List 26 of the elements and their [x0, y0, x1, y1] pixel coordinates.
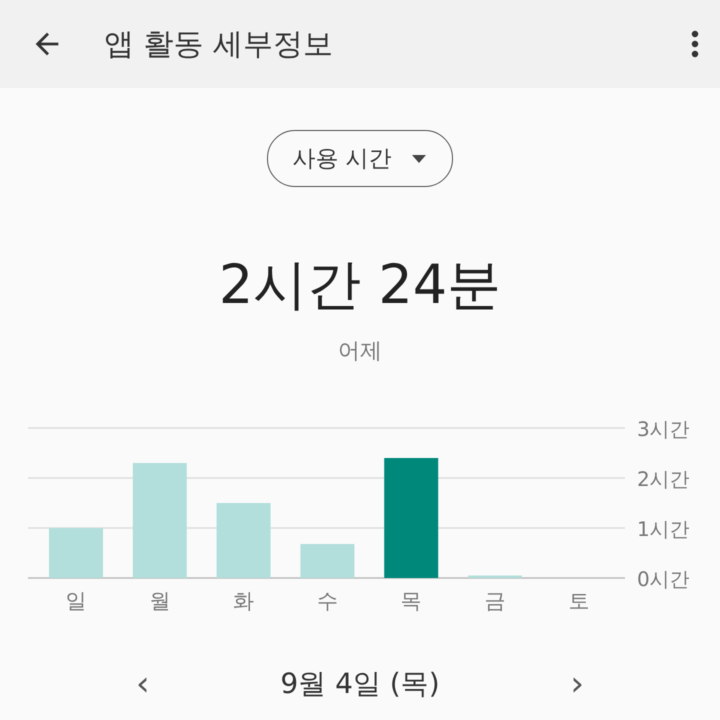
- day-label: 금: [484, 589, 506, 613]
- bar[interactable]: [49, 528, 103, 578]
- day-label: 수: [316, 589, 338, 613]
- day-label: 토: [568, 589, 590, 613]
- screen-title: 앱 활동 세부정보: [104, 26, 334, 64]
- bar[interactable]: [132, 463, 187, 578]
- bar[interactable]: [216, 503, 271, 578]
- date-label: 9월 4일 (목): [280, 666, 440, 702]
- previous-day-button[interactable]: ‹: [130, 664, 156, 704]
- axis-label: 3시간: [637, 417, 690, 441]
- day-label: 화: [233, 589, 254, 613]
- day-label: 목: [400, 589, 422, 613]
- bar[interactable]: [468, 576, 522, 578]
- metric-dropdown[interactable]: 사용 시간: [267, 130, 453, 187]
- day-label: 일: [66, 589, 86, 613]
- axis-label: 2시간: [637, 467, 690, 491]
- more-options-icon[interactable]: [690, 29, 700, 59]
- next-day-button[interactable]: ›: [564, 664, 590, 704]
- bar[interactable]: [300, 544, 354, 578]
- bar[interactable]: [384, 458, 438, 578]
- day-label: 월: [149, 589, 170, 613]
- total-time: 2시간 24분: [218, 252, 502, 318]
- caret-icon: [410, 154, 428, 164]
- period-label: 어제: [337, 338, 383, 366]
- axis-label: 1시간: [637, 517, 690, 541]
- axis-label: 0시간: [637, 567, 690, 591]
